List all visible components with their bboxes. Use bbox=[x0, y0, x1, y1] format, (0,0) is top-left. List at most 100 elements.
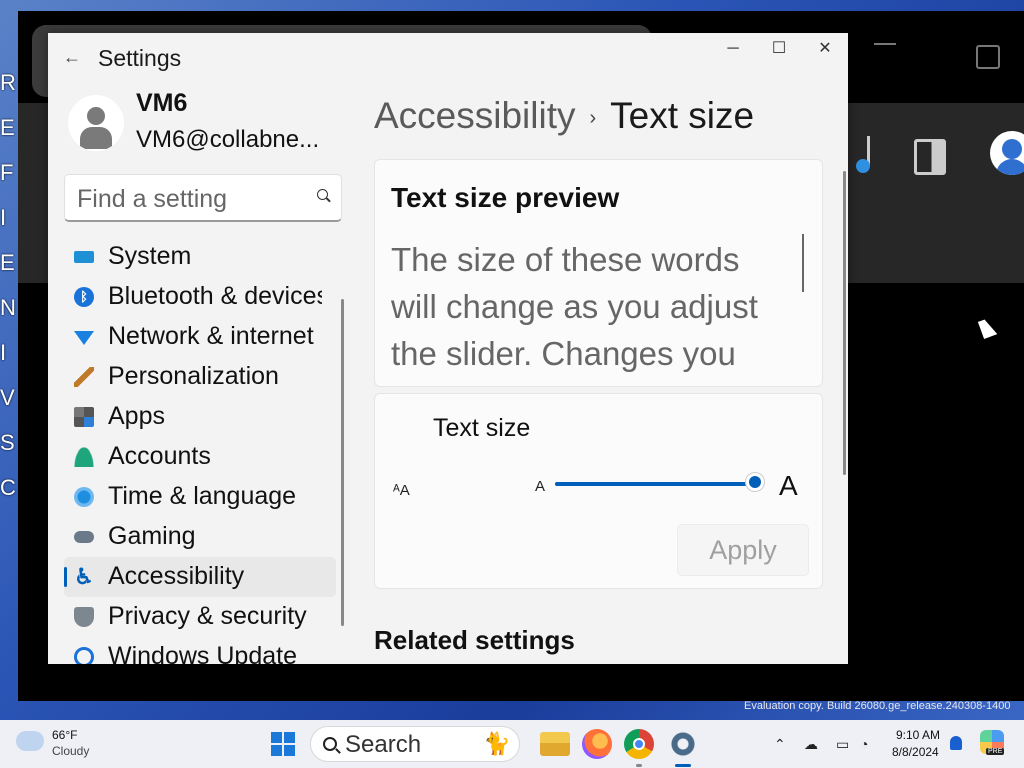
brush-icon bbox=[74, 367, 94, 387]
search-input[interactable] bbox=[75, 181, 309, 217]
chevron-up-icon[interactable]: ⌃ bbox=[774, 736, 786, 753]
sidebar-nav: System ᛒ Bluetooth & devices Network & i… bbox=[64, 237, 344, 664]
sidebar-item-personalization[interactable]: Personalization bbox=[64, 357, 336, 397]
taskbar: 66°F Cloudy Search 🐈 ⌃ ☁ ▭ ◔ 9:10 AM 8/8… bbox=[0, 720, 1024, 768]
settings-gear-icon[interactable] bbox=[668, 729, 698, 759]
main-scrollbar[interactable] bbox=[843, 171, 846, 475]
back-arrow-icon[interactable]: ← bbox=[62, 47, 82, 67]
desktop-icon[interactable]: C bbox=[0, 465, 18, 510]
file-explorer-icon[interactable] bbox=[540, 732, 570, 756]
update-icon bbox=[74, 647, 94, 664]
firefox-icon[interactable] bbox=[582, 729, 612, 759]
sidebar-item-label: Personalization bbox=[108, 362, 279, 390]
desktop-icon[interactable]: I bbox=[0, 195, 18, 240]
preview-scrollbar[interactable] bbox=[802, 234, 804, 292]
evaluation-watermark: Evaluation copy. Build 26080.ge_release.… bbox=[744, 700, 1011, 712]
desktop-icons: R E F I E N I V S C bbox=[0, 60, 18, 510]
slider-title: Text size bbox=[433, 414, 531, 442]
search-box[interactable] bbox=[64, 174, 342, 222]
breadcrumb: Accessibility › Text size bbox=[374, 95, 754, 137]
apps-icon bbox=[74, 407, 94, 427]
slider-max-label: A bbox=[779, 470, 798, 501]
sidebar-item-system[interactable]: System bbox=[64, 237, 336, 277]
desktop-icon[interactable]: R bbox=[0, 60, 18, 105]
accounts-icon bbox=[74, 447, 94, 467]
preview-text: The size of these words will change as y… bbox=[391, 241, 758, 372]
close-button[interactable]: ✕ bbox=[802, 37, 848, 61]
sidebar-item-label: Time & language bbox=[108, 482, 297, 510]
windows-logo-icon bbox=[271, 745, 282, 756]
sidebar-item-label: Accounts bbox=[108, 442, 211, 470]
title-bar: ← Settings ─ ☐ ✕ bbox=[48, 33, 848, 83]
pre-badge: PRE bbox=[986, 748, 1005, 755]
notification-dot-icon bbox=[856, 159, 870, 173]
sidebar-item-label: Accessibility bbox=[108, 562, 245, 590]
minimize-button[interactable]: ─ bbox=[710, 37, 756, 61]
clock-date[interactable]: 8/8/2024 bbox=[892, 745, 939, 759]
sidebar-item-bluetooth[interactable]: ᛒ Bluetooth & devices bbox=[64, 277, 336, 317]
network-status-icon[interactable]: ▭ bbox=[836, 736, 849, 753]
sidebar-item-label: Network & internet bbox=[108, 322, 314, 350]
weather-condition[interactable]: Cloudy bbox=[52, 744, 89, 758]
system-icon bbox=[74, 251, 94, 263]
bluetooth-icon: ᛒ bbox=[74, 287, 94, 307]
sidebar-item-label: Apps bbox=[108, 402, 165, 430]
desktop-icon[interactable]: S bbox=[0, 420, 18, 465]
sidebar-scrollbar[interactable] bbox=[341, 299, 344, 626]
weather-temperature[interactable]: 66°F bbox=[52, 728, 77, 742]
minimize-icon[interactable] bbox=[874, 43, 896, 45]
cloud-icon[interactable] bbox=[16, 731, 44, 751]
start-button[interactable] bbox=[271, 732, 295, 756]
windows-logo-icon bbox=[284, 745, 295, 756]
desktop-icon[interactable]: I bbox=[0, 330, 18, 375]
settings-window: ← Settings ─ ☐ ✕ VM6 VM6@collabne... Sys… bbox=[48, 33, 848, 664]
preview-title: Text size preview bbox=[391, 182, 620, 213]
sidebar-toggle-icon[interactable] bbox=[914, 139, 946, 175]
maximize-button[interactable]: ☐ bbox=[756, 37, 802, 61]
user-email: VM6@collabne... bbox=[136, 126, 320, 153]
slider-fill bbox=[555, 482, 755, 486]
sidebar-item-apps[interactable]: Apps bbox=[64, 397, 336, 437]
time-language-icon bbox=[74, 487, 94, 507]
user-avatar[interactable] bbox=[68, 95, 124, 151]
gaming-icon bbox=[74, 531, 94, 543]
volume-icon[interactable]: ◔ bbox=[860, 736, 868, 752]
chevron-right-icon: › bbox=[589, 106, 597, 129]
active-indicator bbox=[675, 764, 691, 767]
sidebar-item-network[interactable]: Network & internet bbox=[64, 317, 336, 357]
sidebar-item-time-language[interactable]: Time & language bbox=[64, 477, 336, 517]
sidebar-item-label: Gaming bbox=[108, 522, 196, 550]
desktop-icon[interactable]: N bbox=[0, 285, 18, 330]
related-settings-heading: Related settings bbox=[374, 625, 575, 655]
onedrive-icon[interactable]: ☁ bbox=[804, 736, 818, 753]
sidebar-item-accessibility[interactable]: ♿︎ Accessibility bbox=[64, 557, 336, 597]
taskbar-search[interactable]: Search 🐈 bbox=[310, 726, 520, 762]
breadcrumb-parent[interactable]: Accessibility bbox=[374, 95, 576, 136]
text-size-slider-card: Text size ᴬA A A Apply bbox=[374, 393, 823, 589]
apply-button[interactable]: Apply bbox=[677, 524, 809, 576]
taskbar-search-label: Search bbox=[345, 731, 422, 758]
sidebar-item-label: Windows Update bbox=[108, 642, 297, 664]
slider-thumb[interactable] bbox=[749, 476, 761, 488]
sidebar-item-gaming[interactable]: Gaming bbox=[64, 517, 336, 557]
desktop-icon[interactable]: E bbox=[0, 240, 18, 285]
sidebar-item-windows-update[interactable]: Windows Update bbox=[64, 637, 336, 664]
chrome-icon[interactable] bbox=[624, 729, 654, 759]
search-icon[interactable] bbox=[317, 189, 328, 200]
network-icon bbox=[74, 331, 94, 345]
sidebar-item-label: Privacy & security bbox=[108, 602, 307, 630]
window-title: Settings bbox=[98, 45, 182, 71]
desktop-icon[interactable]: E bbox=[0, 105, 18, 150]
running-indicator bbox=[636, 764, 642, 767]
windows-logo-icon bbox=[284, 732, 295, 743]
sidebar-item-privacy[interactable]: Privacy & security bbox=[64, 597, 336, 637]
sidebar-item-accounts[interactable]: Accounts bbox=[64, 437, 336, 477]
sidebar-item-label: System bbox=[108, 242, 192, 270]
maximize-icon[interactable] bbox=[976, 45, 1000, 69]
desktop-icon[interactable]: F bbox=[0, 150, 18, 195]
page-title: Text size bbox=[610, 95, 755, 136]
notification-bell-icon[interactable] bbox=[950, 736, 962, 750]
text-size-slider[interactable] bbox=[555, 476, 761, 488]
desktop-icon[interactable]: V bbox=[0, 375, 18, 420]
clock-time[interactable]: 9:10 AM bbox=[896, 728, 940, 742]
